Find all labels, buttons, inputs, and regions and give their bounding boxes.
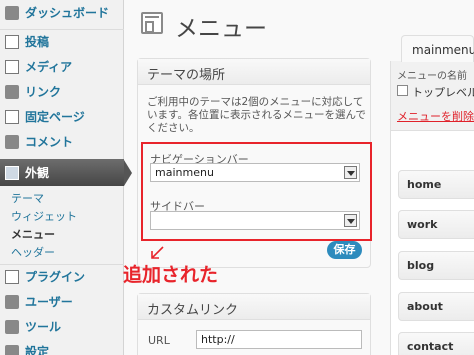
sidebar-item-comments[interactable]: コメント xyxy=(0,129,124,154)
tab-mainmenu[interactable]: mainmenu xyxy=(401,35,474,62)
active-menu-arrow xyxy=(124,160,132,186)
sidebar-item-label: コメント xyxy=(25,135,74,149)
submenu-item-widgets[interactable]: ウィジェット xyxy=(11,208,77,224)
custom-links-title: カスタムリンク xyxy=(138,294,370,320)
sidebar-item-label: 設定 xyxy=(25,345,50,355)
sidebar-item-label: 固定ページ xyxy=(25,110,85,124)
menus-page-icon xyxy=(141,12,163,34)
navigation-bar-selected-value: mainmenu xyxy=(155,166,214,179)
chevron-down-icon[interactable] xyxy=(344,166,357,179)
top-level-checkbox[interactable] xyxy=(397,85,408,96)
sidebar-item-label: リンク xyxy=(25,85,62,99)
menu-name-label: メニューの名前 xyxy=(397,71,467,82)
pin-icon xyxy=(5,34,19,49)
submenu-item-themes[interactable]: テーマ xyxy=(11,190,44,206)
menu-item-contact[interactable]: contact xyxy=(398,332,474,355)
sidebar-location-select[interactable] xyxy=(150,211,360,230)
url-input[interactable]: http:// xyxy=(196,330,362,349)
submenu-item-menus[interactable]: メニュー xyxy=(11,226,55,242)
theme-locations-title: テーマの場所 xyxy=(138,59,370,85)
sidebar-item-label: 外観 xyxy=(25,166,50,180)
dashboard-icon xyxy=(5,5,19,20)
users-icon xyxy=(5,294,19,309)
sidebar-item-pages[interactable]: 固定ページ xyxy=(0,104,124,129)
delete-menu-link[interactable]: メニューを削除 xyxy=(397,108,474,124)
sidebar-item-media[interactable]: メディア xyxy=(0,54,124,79)
sidebar-item-appearance[interactable]: 外観 xyxy=(0,159,124,186)
link-icon xyxy=(5,84,19,99)
settings-icon xyxy=(5,344,19,355)
submenu-item-header[interactable]: ヘッダー xyxy=(11,244,55,260)
custom-links-box: カスタムリンク URL http:// xyxy=(137,293,371,355)
comment-icon xyxy=(5,134,19,149)
sidebar-item-settings[interactable]: 設定 xyxy=(0,339,124,355)
sidebar-item-label: プラグイン xyxy=(25,270,86,284)
admin-sidebar: ダッシュボード 投稿 メディア リンク 固定ページ コメント 外観 テーマ ウィ… xyxy=(0,0,124,355)
sidebar-item-plugins[interactable]: プラグイン xyxy=(0,264,124,289)
annotation-arrow-icon xyxy=(151,246,164,259)
tools-icon xyxy=(5,319,19,334)
sidebar-item-label: ダッシュボード xyxy=(25,6,110,20)
chevron-down-icon[interactable] xyxy=(344,214,357,227)
annotation-text: 追加された xyxy=(123,264,219,286)
media-icon xyxy=(5,59,19,74)
sidebar-item-label: ツール xyxy=(25,320,62,334)
menu-item-work[interactable]: work xyxy=(398,210,474,239)
top-level-label: トップレベル xyxy=(412,86,474,99)
sidebar-item-label: ユーザー xyxy=(25,295,73,309)
navigation-bar-select[interactable]: mainmenu xyxy=(150,163,360,182)
sidebar-item-posts[interactable]: 投稿 xyxy=(0,29,124,54)
save-button[interactable]: 保存 xyxy=(327,241,362,259)
url-label: URL xyxy=(148,334,170,347)
sidebar-item-label: メディア xyxy=(25,60,73,74)
menu-item-blog[interactable]: blog xyxy=(398,251,474,280)
appearance-icon xyxy=(5,165,19,180)
page-title: メニュー xyxy=(175,16,267,42)
sidebar-item-label: 投稿 xyxy=(25,35,50,49)
theme-locations-box: テーマの場所 ご利用中のテーマは2個のメニューに対応しています。各位置に表示され… xyxy=(137,58,371,268)
theme-locations-description: ご利用中のテーマは2個のメニューに対応しています。各位置に表示されるメニューを選… xyxy=(147,96,366,134)
plugin-icon xyxy=(5,269,19,284)
menu-item-home[interactable]: home xyxy=(398,170,474,199)
sidebar-item-dashboard[interactable]: ダッシュボード xyxy=(0,0,124,25)
sidebar-item-links[interactable]: リンク xyxy=(0,79,124,104)
page-icon xyxy=(5,109,19,124)
sidebar-item-users[interactable]: ユーザー xyxy=(0,289,124,314)
menu-item-about[interactable]: about xyxy=(398,292,474,321)
sidebar-item-tools[interactable]: ツール xyxy=(0,314,124,339)
